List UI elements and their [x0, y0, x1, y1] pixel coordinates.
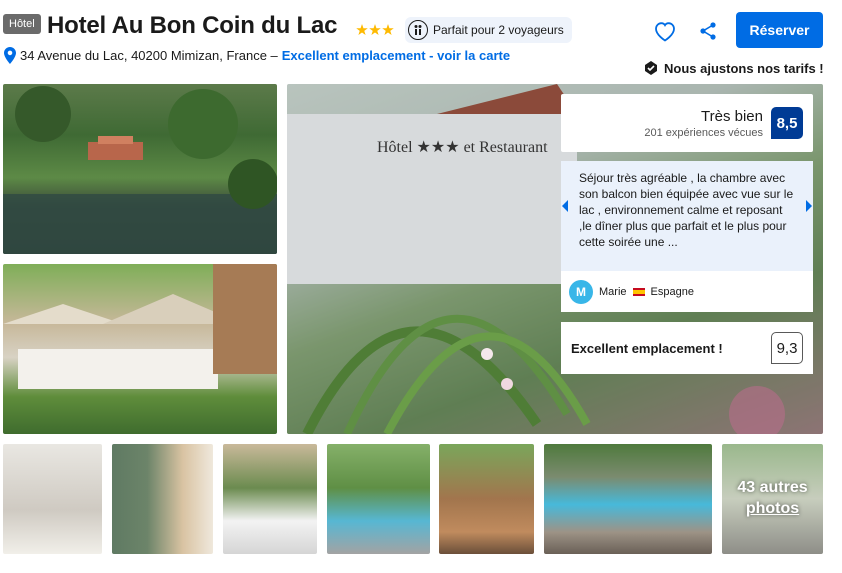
rating-label: Très bien: [701, 108, 763, 125]
spain-flag-icon: [632, 287, 645, 296]
review-score-card[interactable]: Très bien 201 expériences vécues 8,5: [561, 94, 813, 152]
star-icon: [382, 24, 394, 36]
review-quote-card[interactable]: Séjour très agréable , la chambre avec s…: [561, 161, 813, 271]
photo-pool-lounge[interactable]: [327, 444, 430, 554]
heart-icon[interactable]: [653, 20, 677, 42]
next-review-icon[interactable]: [806, 200, 812, 212]
review-count: 201 expériences vécues: [644, 127, 763, 139]
price-match-note[interactable]: Nous ajustons nos tarifs !: [643, 60, 824, 76]
photo-bedroom[interactable]: [112, 444, 213, 554]
address-text: 34 Avenue du Lac, 40200 Mimizan, France …: [20, 48, 278, 63]
star-icon: [369, 24, 381, 36]
review-quote-text: Séjour très agréable , la chambre avec s…: [579, 171, 794, 249]
reserve-button[interactable]: Réserver: [736, 12, 823, 48]
location-label: Excellent emplacement !: [571, 340, 723, 356]
price-match-label: Nous ajustons nos tarifs !: [664, 60, 824, 76]
tag-check-icon: [645, 61, 657, 75]
photo-aerial-view[interactable]: [3, 84, 277, 254]
view-map-link[interactable]: Excellent emplacement - voir la carte: [282, 48, 510, 63]
share-icon[interactable]: [698, 21, 718, 41]
more-photos-count: 43 autres: [737, 479, 808, 496]
map-pin-icon: [4, 47, 16, 64]
author-name: Marie: [599, 285, 627, 298]
review-author: M Marie Espagne: [561, 271, 813, 312]
more-photos-tile[interactable]: 43 autres photos: [722, 444, 823, 554]
photo-bathroom[interactable]: [3, 444, 102, 554]
previous-review-icon[interactable]: [562, 200, 568, 212]
two-people-icon: [408, 20, 428, 40]
star-icon: [356, 24, 368, 36]
avatar: M: [569, 279, 593, 304]
photo-pool-aerial[interactable]: [544, 444, 712, 554]
hotel-title: Hotel Au Bon Coin du Lac: [47, 12, 338, 39]
more-photos-label: photos: [745, 500, 800, 517]
review-score-badge: 8,5: [771, 107, 803, 139]
photo-restaurant-terrace[interactable]: [3, 264, 277, 434]
author-country: Espagne: [650, 285, 694, 298]
svg-text:Hôtel ★★★ et Restaurant: Hôtel ★★★ et Restaurant: [377, 139, 548, 156]
location-score-card[interactable]: Excellent emplacement ! 9,3: [561, 322, 813, 374]
photo-dining-table[interactable]: [223, 444, 317, 554]
address-row: 34 Avenue du Lac, 40200 Mimizan, France …: [4, 47, 510, 64]
star-rating: [356, 24, 394, 36]
travelers-pill[interactable]: Parfait pour 2 voyageurs: [405, 17, 572, 43]
photo-garden-path[interactable]: [439, 444, 534, 554]
more-photos-overlay: 43 autres photos: [722, 444, 823, 554]
travelers-pill-label: Parfait pour 2 voyageurs: [433, 23, 564, 37]
property-type-badge: Hôtel: [3, 14, 41, 34]
location-score-badge: 9,3: [771, 332, 803, 364]
